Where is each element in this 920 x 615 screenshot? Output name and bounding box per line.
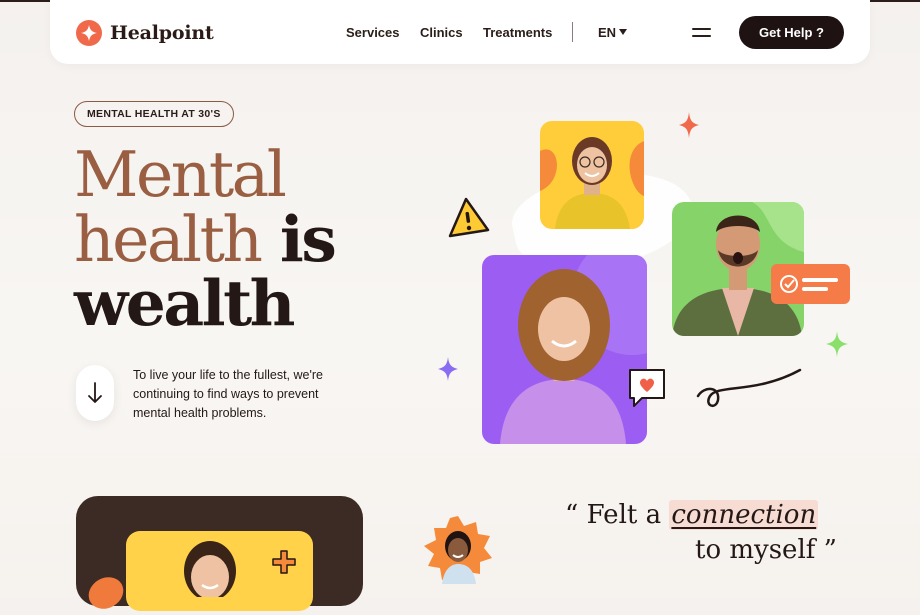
squiggle-decoration (696, 368, 802, 408)
check-icon (780, 275, 838, 293)
photo-card-purple (482, 255, 647, 444)
open-quote: “ (565, 500, 579, 530)
hero-lead-text: To live your life to the fullest, we're … (133, 368, 323, 420)
language-selector[interactable]: EN (598, 25, 616, 40)
nav-link-clinics[interactable]: Clinics (420, 25, 463, 40)
arrow-down-icon (88, 382, 102, 403)
quote-line2: to myself ” (695, 533, 837, 568)
headline-word-is: is (279, 202, 337, 276)
sparkle-icon (679, 112, 699, 138)
quote-part1: Felt a (586, 500, 662, 530)
close-quote: ” (823, 535, 837, 565)
checklist-bubble (771, 264, 850, 304)
person-photo (540, 137, 644, 229)
headline-line2: health is (74, 207, 337, 272)
headline-line3: wealth (74, 266, 295, 340)
quote-line1: “ Felt a connection (565, 498, 819, 533)
navbar: Healpoint Services Clinics Treatments EN… (50, 0, 870, 64)
heart-icon (629, 369, 665, 407)
sparkle-icon (438, 357, 458, 381)
nav-link-services[interactable]: Services (346, 25, 400, 40)
chevron-down-icon[interactable] (619, 29, 627, 35)
nav-divider (572, 22, 573, 42)
get-help-button[interactable]: Get Help ? (739, 16, 844, 49)
person-photo (500, 255, 647, 444)
logo-star-icon (76, 20, 102, 46)
menu-icon[interactable] (692, 28, 711, 37)
warning-icon (448, 197, 490, 238)
quote-highlight: connection (669, 500, 819, 530)
nav-link-treatments[interactable]: Treatments (483, 25, 552, 40)
scroll-down-button[interactable] (76, 365, 114, 421)
headline-line1: Mental (74, 138, 287, 211)
avatar (424, 516, 492, 584)
hero-tag: MENTAL HEALTH AT 30'S (74, 101, 234, 127)
plus-icon (272, 550, 296, 574)
quote-part2: to myself (695, 535, 816, 565)
brand-logo[interactable]: Healpoint (76, 19, 214, 47)
sparkle-icon (826, 331, 848, 357)
brand-name: Healpoint (110, 22, 214, 44)
photo-card-yellow (540, 121, 644, 229)
